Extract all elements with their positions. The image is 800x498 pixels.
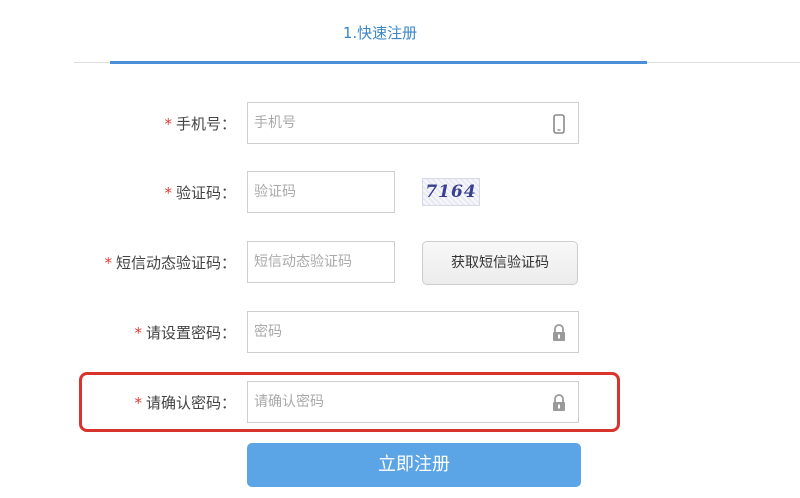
phone-input[interactable] (248, 103, 578, 143)
step-title: 1.快速注册 (342, 24, 418, 42)
password-input[interactable] (248, 312, 578, 352)
required-mark: * (164, 184, 172, 202)
confirm-password-label: * 请确认密码： (134, 381, 236, 425)
phone-row: * 手机号： (0, 102, 800, 146)
captcha-row: *验证码： 7164 (0, 171, 800, 215)
required-mark: * (164, 115, 172, 133)
required-mark: * (104, 254, 112, 272)
confirm-password-row: * 请确认密码： (0, 381, 800, 425)
sms-code-input[interactable] (248, 242, 394, 282)
sms-code-row: *短信动态验证码： 获取短信验证码 (0, 241, 800, 285)
active-step-indicator (110, 61, 647, 64)
captcha-image[interactable]: 7164 (422, 178, 480, 206)
password-label: * 请设置密码： (134, 311, 236, 355)
captcha-input[interactable] (248, 172, 394, 212)
required-mark: * (134, 324, 142, 342)
phone-field[interactable] (247, 102, 579, 144)
lock-icon (553, 394, 565, 411)
phone-label-text: 手机号： (175, 115, 236, 133)
registration-page: 1.快速注册 *手机号： *验证码： 7164 *短信动态验证码： (0, 0, 800, 498)
sms-code-label-text: 短信动态验证码： (115, 254, 236, 272)
sms-code-field[interactable] (247, 241, 395, 283)
captcha-label: * 验证码： (164, 171, 236, 215)
phone-label: * 手机号： (164, 102, 236, 146)
register-now-button[interactable]: 立即注册 (247, 443, 581, 487)
password-label-text: 请设置密码： (145, 324, 236, 342)
captcha-label-text: 验证码： (175, 184, 236, 202)
sms-code-label: * 短信动态验证码： (104, 241, 236, 285)
confirm-password-input[interactable] (248, 382, 578, 422)
required-mark: * (134, 394, 142, 412)
password-field[interactable] (247, 311, 579, 353)
lock-icon (553, 324, 565, 341)
confirm-password-field[interactable] (247, 381, 579, 423)
password-row: * 请设置密码： (0, 311, 800, 355)
confirm-password-label-text: 请确认密码： (145, 394, 236, 412)
captcha-field[interactable] (247, 171, 395, 213)
get-sms-code-button[interactable]: 获取短信验证码 (422, 241, 578, 285)
phone-icon (553, 114, 565, 134)
